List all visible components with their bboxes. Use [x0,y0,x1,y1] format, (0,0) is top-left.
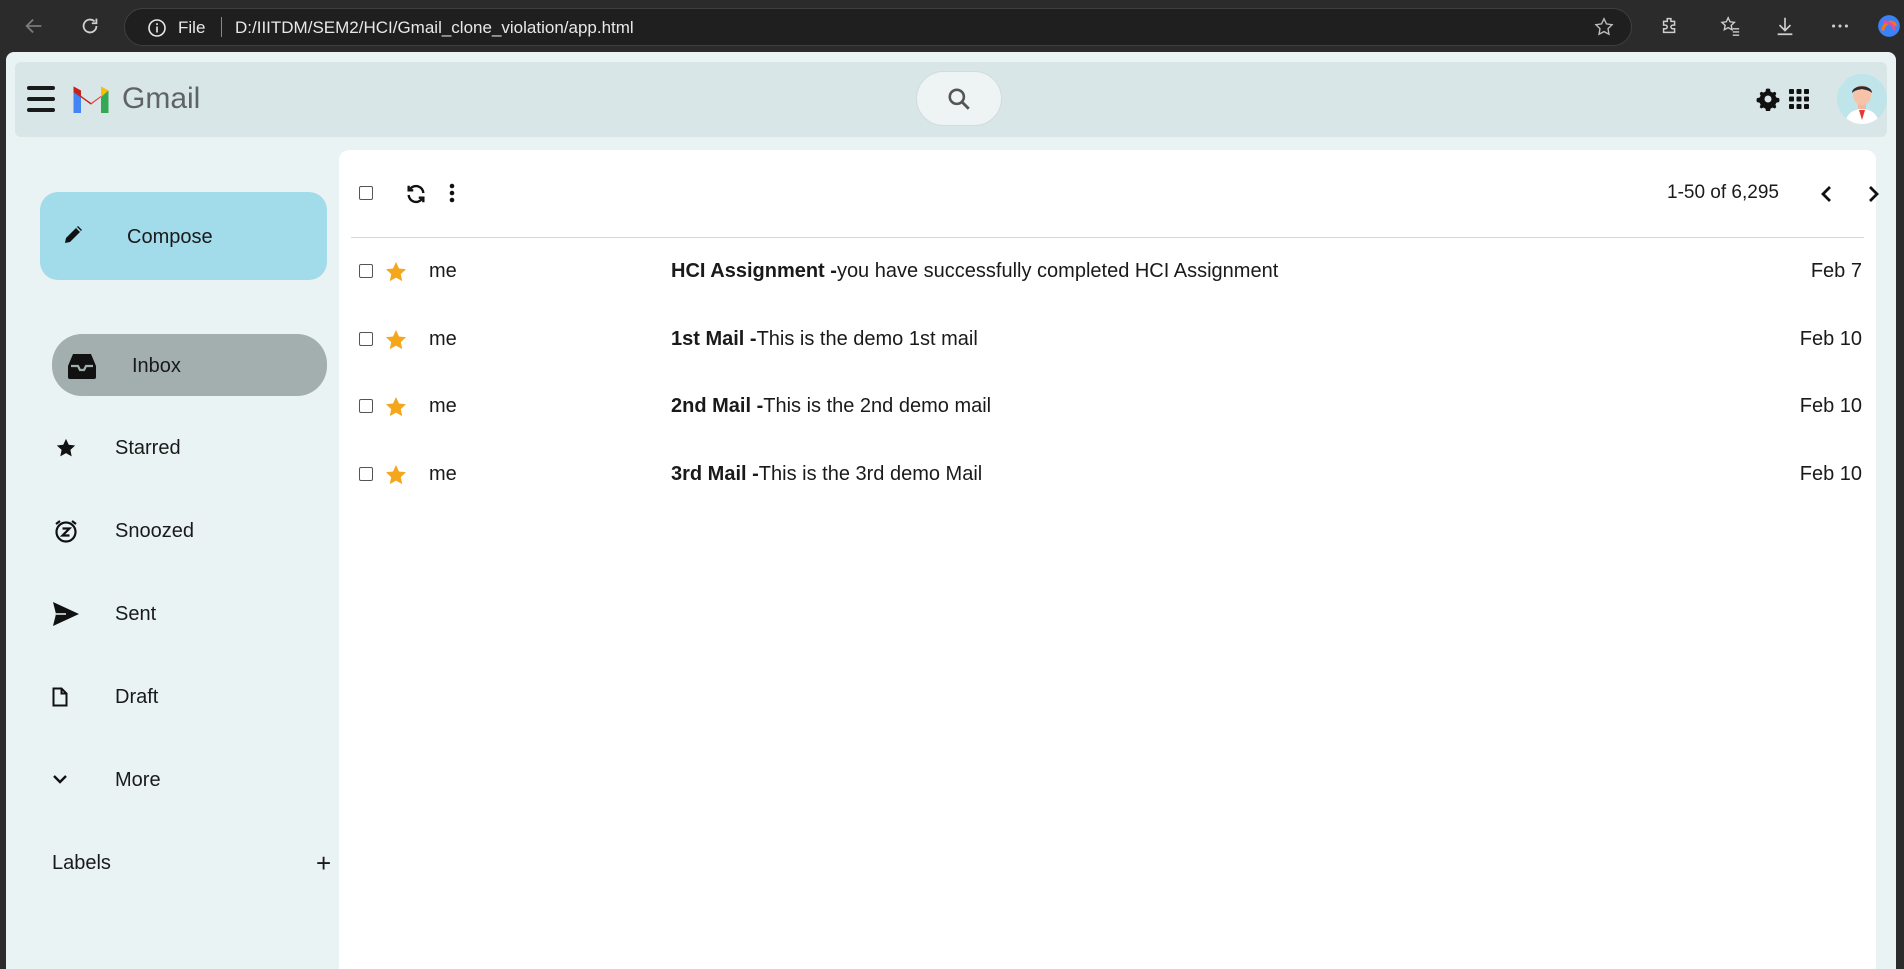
search-button[interactable] [916,71,1002,126]
window-edge [1896,52,1904,969]
email-message: HCI Assignment -you have successfully co… [671,260,1278,283]
row-checkbox[interactable] [359,399,373,413]
table-row[interactable]: me 2nd Mail -This is the 2nd demo mail F… [339,373,1876,439]
menu-icon[interactable] [27,86,55,112]
chevron-left-icon[interactable] [1819,185,1833,208]
email-snippet: This is the 3rd demo Mail [758,463,983,485]
email-date: Feb 10 [1799,328,1862,350]
email-subject: HCI Assignment - [671,260,837,282]
sidebar-item-label: Snoozed [115,520,194,542]
table-row[interactable]: me 1st Mail -This is the demo 1st mail F… [339,306,1876,372]
table-row[interactable]: me 3rd Mail -This is the 3rd demo Mail F… [339,441,1876,507]
sidebar-item-snoozed[interactable]: Snoozed [52,499,327,561]
send-icon [52,600,80,628]
inbox-icon [66,352,98,380]
refresh-icon[interactable] [405,183,427,210]
file-icon [52,683,68,711]
app-header: Gmail [15,62,1887,137]
address-divider [221,17,222,37]
extensions-icon[interactable] [1655,11,1685,41]
email-message: 2nd Mail -This is the 2nd demo mail [671,395,991,418]
downloads-icon[interactable] [1770,11,1800,41]
mail-toolbar: 1-50 of 6,295 [351,150,1879,238]
star-icon [52,434,80,462]
sidebar-item-more[interactable]: More [52,748,327,810]
star-icon[interactable] [384,463,408,492]
add-label-icon[interactable]: + [316,850,331,876]
pagination-text: 1-50 of 6,295 [1667,182,1779,203]
row-checkbox[interactable] [359,332,373,346]
apps-icon[interactable] [1788,88,1810,115]
email-date: Feb 10 [1799,395,1862,417]
row-checkbox[interactable] [359,264,373,278]
email-message: 3rd Mail -This is the 3rd demo Mail [671,463,982,486]
email-message: 1st Mail -This is the demo 1st mail [671,328,978,351]
back-arrow-icon[interactable] [19,11,49,41]
avatar[interactable] [1837,74,1887,124]
sidebar-item-label: Starred [115,437,181,459]
email-sender: me [429,463,457,485]
email-sender: me [429,395,457,417]
gear-icon[interactable] [1756,87,1780,116]
star-icon[interactable] [384,395,408,424]
labels-heading: Labels [52,852,111,874]
sidebar-item-sent[interactable]: Sent [52,582,327,644]
sidebar-item-starred[interactable]: Starred [52,416,327,478]
chevron-down-icon [52,766,68,794]
more-vertical-icon[interactable] [449,182,455,209]
sidebar-item-label: More [115,769,161,791]
gmail-logo [71,78,111,123]
email-sender: me [429,260,457,282]
compose-button[interactable]: Compose [40,192,327,280]
favorite-star-icon[interactable] [1593,16,1615,43]
search-icon [948,87,970,110]
email-snippet: This is the demo 1st mail [756,328,978,350]
address-url[interactable]: D:/IIITDM/SEM2/HCI/Gmail_clone_violation… [235,18,634,38]
mail-list-pane: 1-50 of 6,295 me HCI Assignment -you hav… [339,150,1879,969]
select-all-checkbox[interactable] [359,186,373,200]
chevron-right-icon[interactable] [1867,185,1881,208]
browser-toolbar: File D:/IIITDM/SEM2/HCI/Gmail_clone_viol… [0,0,1904,52]
sidebar-item-label: Inbox [132,355,181,377]
table-row[interactable]: me HCI Assignment -you have successfully… [339,238,1876,304]
favorites-icon[interactable] [1715,11,1745,41]
email-subject: 2nd Mail - [671,395,764,417]
address-prefix: File [178,18,206,37]
brand-name: Gmail [122,82,201,115]
pencil-icon [62,222,86,251]
address-bar[interactable]: File D:/IIITDM/SEM2/HCI/Gmail_clone_viol… [124,8,1632,46]
email-date: Feb 7 [1810,260,1862,282]
email-snippet: This is the 2nd demo mail [763,395,992,417]
sidebar-item-label: Draft [115,686,159,708]
email-subject: 1st Mail - [671,328,757,350]
info-icon[interactable] [147,18,167,43]
email-subject: 3rd Mail - [671,463,759,485]
snooze-icon [52,517,80,545]
sidebar-item-label: Sent [115,603,157,625]
sidebar-item-inbox[interactable]: Inbox [52,334,327,396]
email-sender: me [429,328,457,350]
star-icon[interactable] [384,260,408,289]
email-date: Feb 10 [1799,463,1862,485]
sidebar-item-draft[interactable]: Draft [52,665,327,727]
copilot-icon[interactable] [1874,11,1904,41]
row-checkbox[interactable] [359,467,373,481]
star-icon[interactable] [384,328,408,357]
reload-icon[interactable] [75,11,105,41]
email-snippet: you have successfully completed HCI Assi… [836,260,1279,282]
compose-label: Compose [127,226,213,248]
gmail-app: Gmail Compose Inbox Starred Snoozed Sent… [6,52,1896,969]
more-options-icon[interactable] [1825,11,1855,41]
